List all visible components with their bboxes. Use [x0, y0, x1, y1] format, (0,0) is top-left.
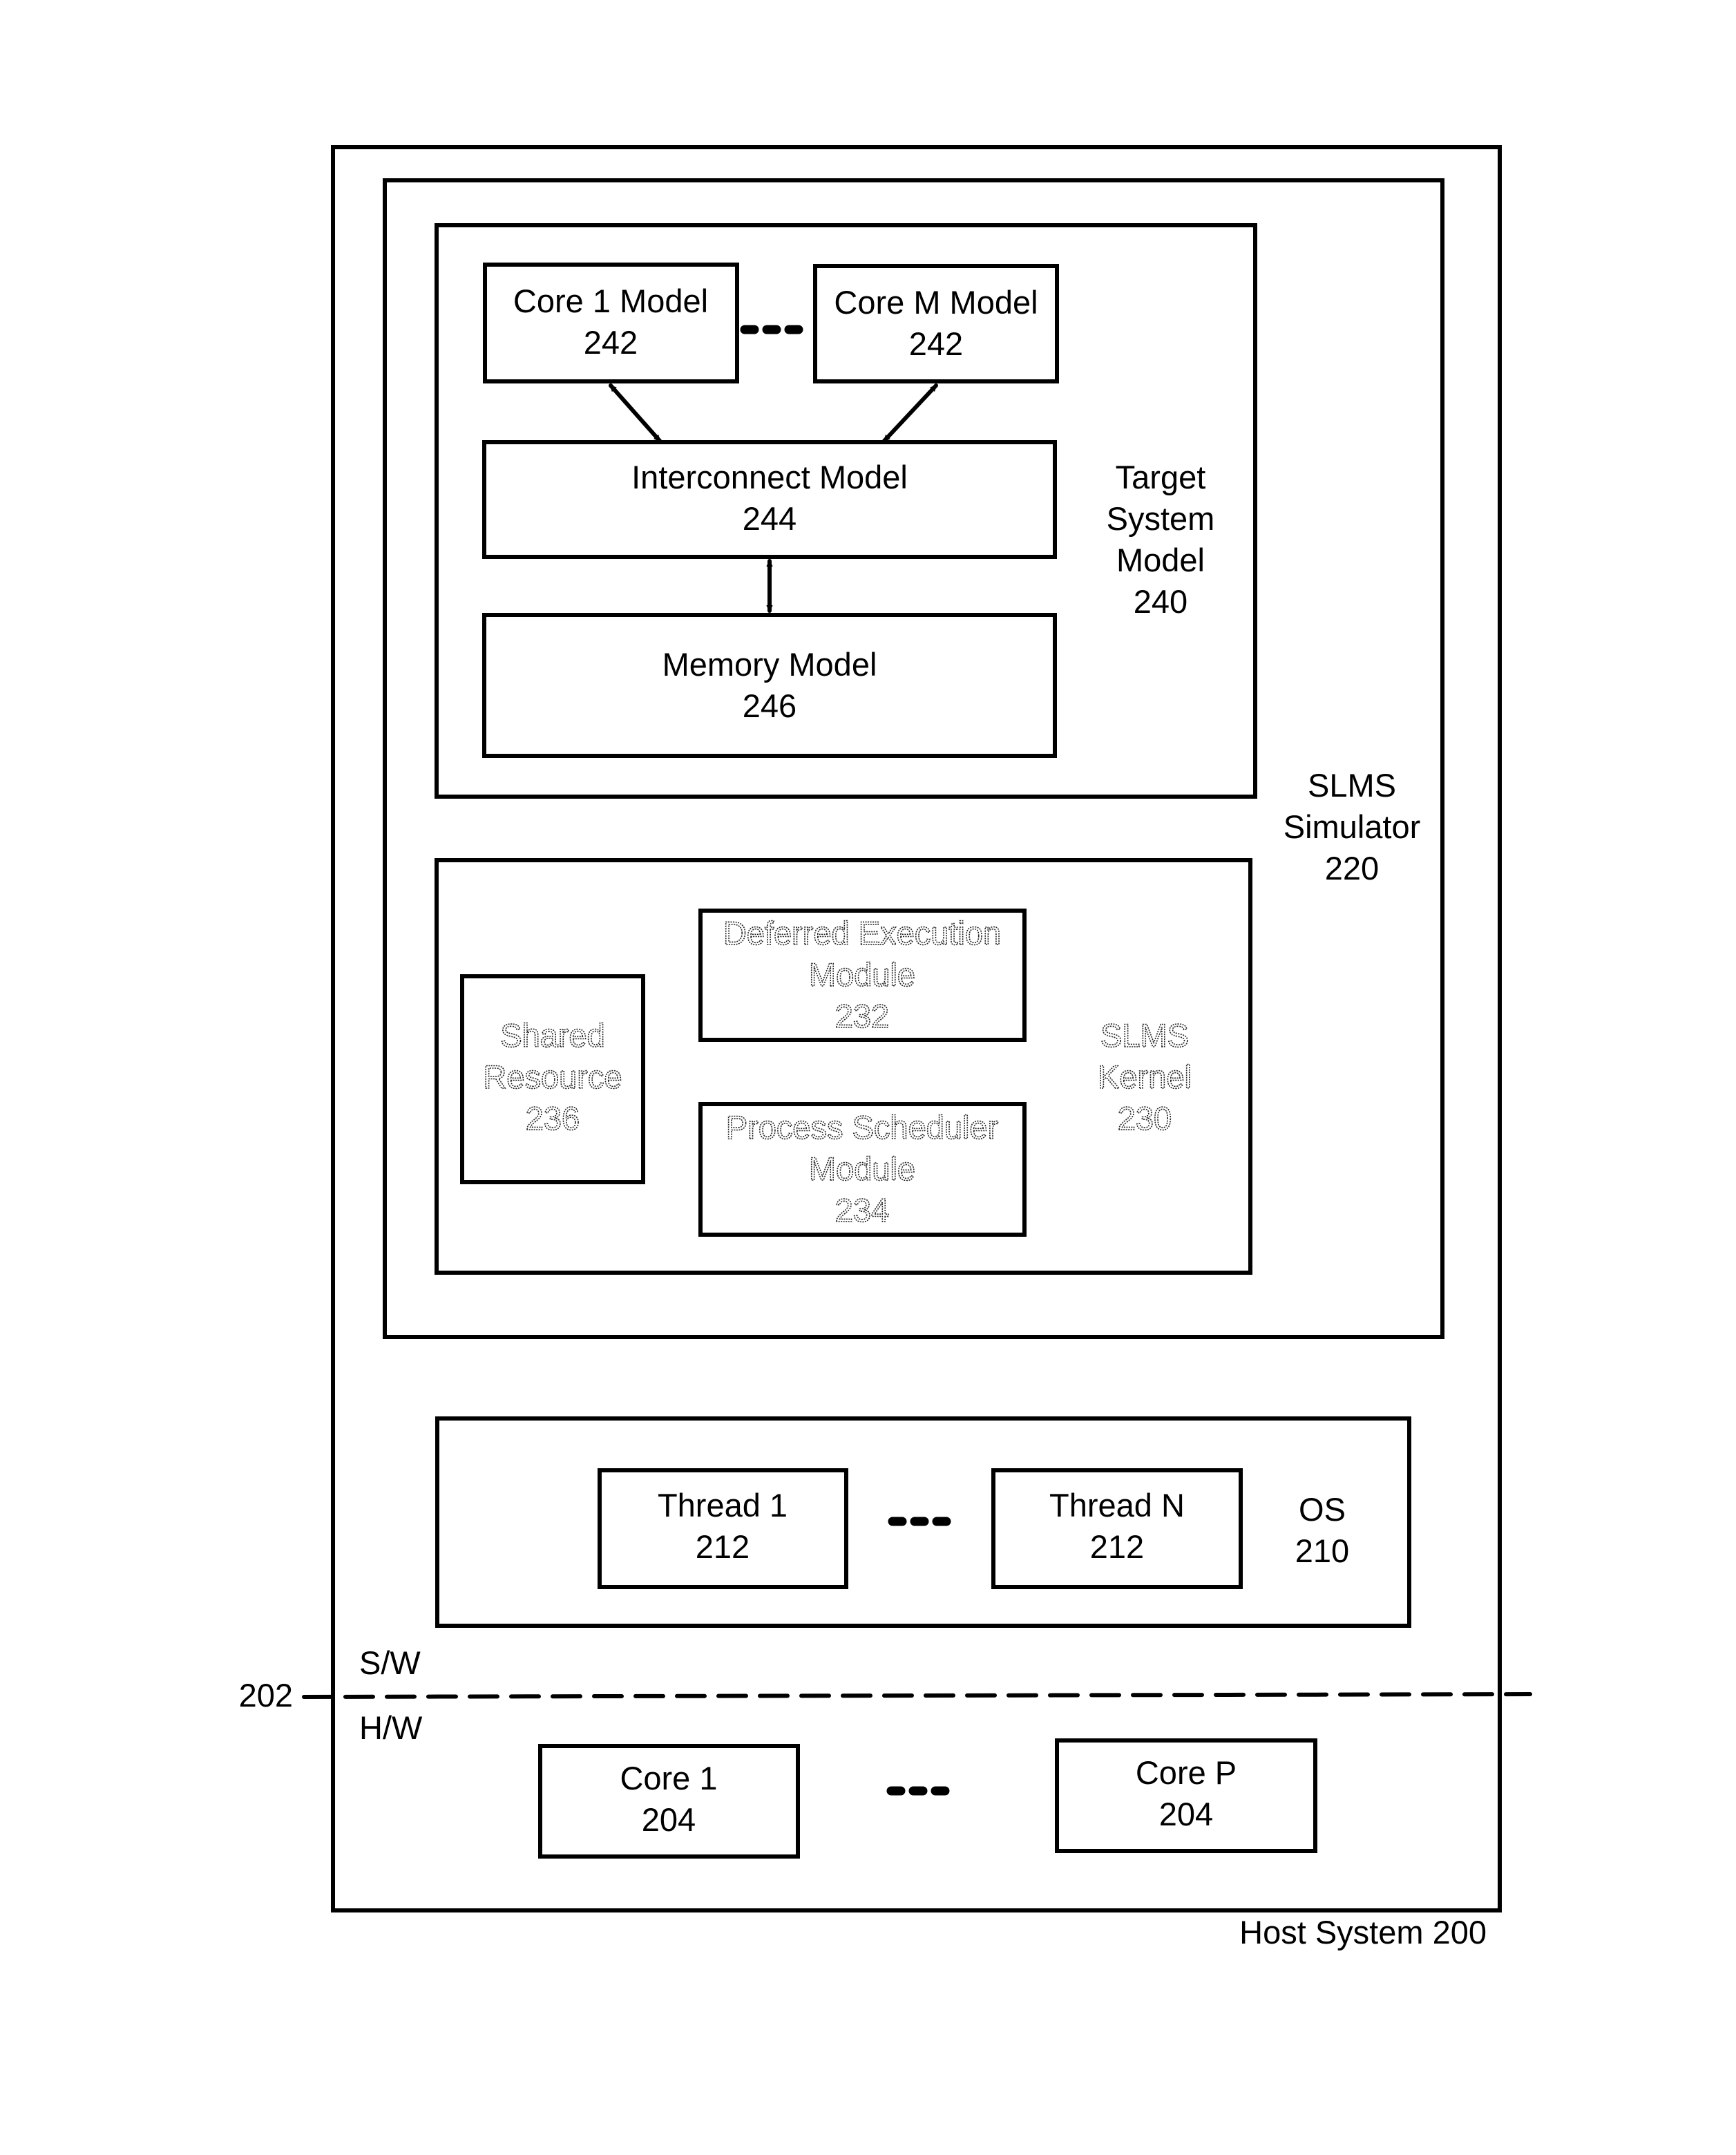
- memory-model-name: Memory Model: [662, 646, 877, 683]
- deferred-execution-module-block: Deferred Execution Module 232: [698, 909, 1027, 1042]
- hw-core-p-name: Core P: [1136, 1754, 1237, 1791]
- thread-n-ref: 212: [1090, 1528, 1144, 1565]
- hardware-label: H/W: [359, 1709, 423, 1746]
- process-scheduler-module-ref: 234: [835, 1192, 889, 1228]
- core-m-model-name: Core M Model: [834, 284, 1038, 321]
- thread-1-block: Thread 1 212: [598, 1468, 848, 1589]
- slms-kernel-label-line-3: 230: [1118, 1100, 1172, 1137]
- interconnect-model-block: Interconnect Model 244: [482, 440, 1057, 559]
- slms-kernel-label-line-1: SLMS: [1100, 1017, 1189, 1054]
- core-1-model-ref: 242: [584, 324, 638, 361]
- thread-1-ref: 212: [696, 1528, 750, 1565]
- hw-core-p-ref: 204: [1159, 1796, 1213, 1832]
- memory-model-box: [482, 613, 1057, 758]
- shared-resource-name-line-1: Shared: [500, 1017, 605, 1054]
- hw-core-1-ref: 204: [642, 1801, 696, 1838]
- target-system-model-label-line-2: System: [1107, 500, 1215, 537]
- slms-simulator-label-line-3: 220: [1325, 850, 1379, 886]
- boundary-ref-label: 202: [239, 1677, 293, 1713]
- hw-core-1-block: Core 1 204: [538, 1744, 800, 1859]
- shared-resource-ref: 236: [526, 1100, 580, 1137]
- deferred-execution-module-ref: 232: [835, 998, 889, 1034]
- interconnect-model-name: Interconnect Model: [631, 459, 908, 495]
- os-label-line-1: OS: [1299, 1491, 1346, 1528]
- process-scheduler-module-name-line-2: Module: [809, 1150, 915, 1187]
- memory-model-block: Memory Model 246: [482, 613, 1057, 758]
- software-label: S/W: [359, 1644, 421, 1681]
- core-m-model-ref: 242: [909, 325, 963, 362]
- target-system-model-label-line-4: 240: [1134, 583, 1187, 620]
- thread-1-name: Thread 1: [658, 1487, 788, 1523]
- slms-simulator-label-line-2: Simulator: [1284, 808, 1421, 845]
- memory-model-ref: 246: [743, 687, 797, 724]
- deferred-execution-module-name-line-2: Module: [809, 956, 915, 993]
- process-scheduler-module-name-line-1: Process Scheduler: [726, 1109, 998, 1146]
- host-system-label: Host System 200: [1239, 1914, 1487, 1950]
- shared-resource-block: Shared Resource 236: [460, 974, 645, 1184]
- deferred-execution-module-name-line-1: Deferred Execution: [723, 915, 1001, 951]
- thread-n-block: Thread N 212: [991, 1468, 1243, 1589]
- slms-simulator-label-line-1: SLMS: [1308, 767, 1396, 804]
- thread-n-name: Thread N: [1049, 1487, 1185, 1523]
- core-1-model-block: Core 1 Model 242: [483, 263, 739, 383]
- slms-kernel-label-line-2: Kernel: [1098, 1058, 1192, 1095]
- hw-core-1-name: Core 1: [620, 1760, 717, 1796]
- os-label-line-2: 210: [1295, 1532, 1349, 1569]
- core-1-model-name: Core 1 Model: [513, 283, 708, 319]
- hw-core-p-block: Core P 204: [1055, 1738, 1317, 1853]
- interconnect-model-ref: 244: [743, 500, 797, 537]
- target-system-model-label-line-3: Model: [1116, 542, 1205, 578]
- target-system-model-label-line-1: Target: [1116, 459, 1206, 495]
- host-system-diagram: Host System 200 SLMS Simulator 220 Targe…: [239, 145, 1532, 1950]
- core-m-model-block: Core M Model 242: [813, 264, 1059, 383]
- shared-resource-name-line-2: Resource: [483, 1058, 622, 1095]
- process-scheduler-module-block: Process Scheduler Module 234: [698, 1102, 1027, 1237]
